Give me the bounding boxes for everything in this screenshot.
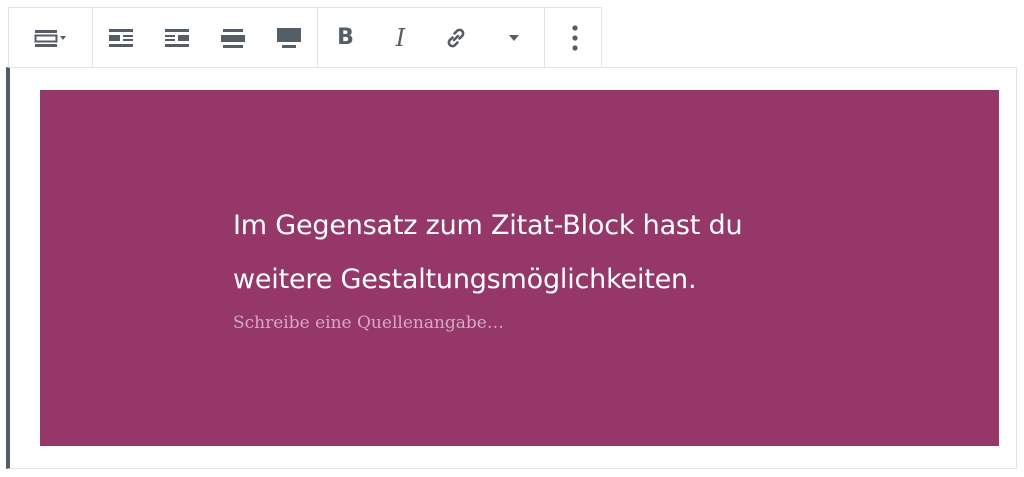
align-full-button[interactable] [261, 8, 317, 67]
alignment-group [93, 8, 318, 67]
bold-button[interactable]: B [318, 8, 373, 67]
bold-icon: B [337, 25, 354, 50]
vertical-ellipsis-icon [572, 24, 578, 51]
chevron-down-icon [508, 34, 519, 41]
align-right-icon [165, 28, 189, 48]
block-switcher-button[interactable] [9, 8, 92, 67]
align-wide-button[interactable] [205, 8, 261, 67]
more-options-button[interactable] [545, 8, 605, 67]
citation-placeholder[interactable]: Schreibe eine Quellenangabe… [233, 312, 504, 334]
align-full-icon [277, 27, 301, 48]
italic-icon: I [395, 23, 406, 52]
pullquote-text-line-2: weitere Gestaltungsmöglichkeiten. [233, 264, 697, 295]
italic-button[interactable]: I [373, 8, 428, 67]
align-right-button[interactable] [149, 8, 205, 67]
selected-pullquote-block[interactable]: Im Gegensatz zum Zitat-Block hast du wei… [6, 67, 1017, 469]
block-toolbar: B I [8, 7, 602, 67]
link-icon [443, 25, 469, 51]
pullquote-text[interactable]: Im Gegensatz zum Zitat-Block hast du wei… [233, 199, 853, 307]
more-rich-text-controls-button[interactable] [483, 8, 544, 67]
pullquote-text-line-1: Im Gegensatz zum Zitat-Block hast du [233, 210, 743, 241]
align-left-button[interactable] [93, 8, 149, 67]
formatting-group: B I [318, 8, 545, 67]
block-style-switcher-icon [34, 27, 68, 49]
pullquote: Im Gegensatz zum Zitat-Block hast du wei… [40, 90, 999, 446]
more-options-group [545, 8, 605, 67]
block-switcher-group [9, 8, 93, 67]
align-left-icon [109, 28, 133, 48]
align-wide-icon [221, 28, 245, 48]
link-button[interactable] [428, 8, 483, 67]
